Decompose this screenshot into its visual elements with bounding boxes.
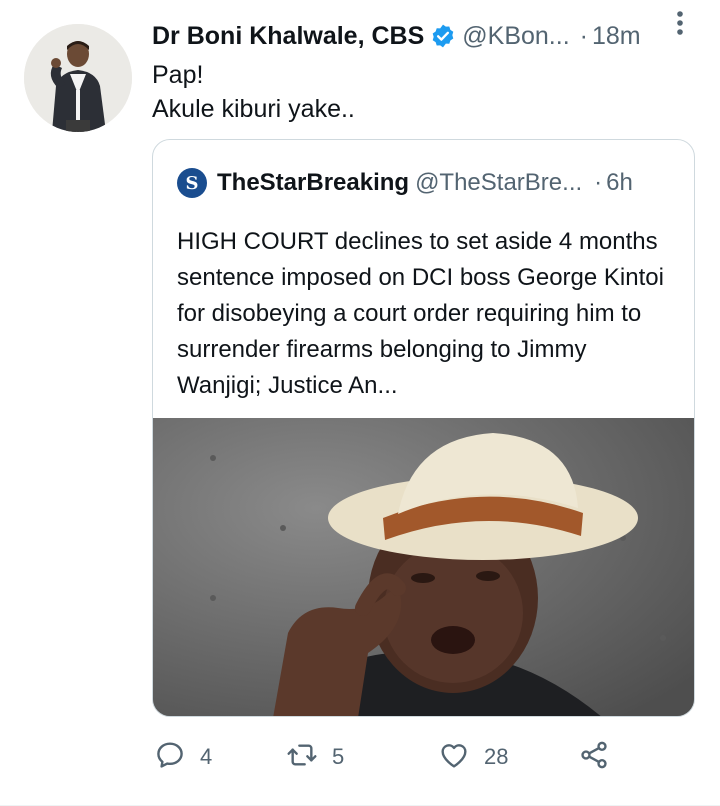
- retweet-icon: [286, 739, 318, 776]
- quoted-tweet-image[interactable]: [153, 418, 694, 716]
- tweet-time[interactable]: 18m: [592, 22, 641, 51]
- author-handle[interactable]: @KBon...: [462, 22, 569, 51]
- share-icon: [578, 739, 610, 776]
- separator-dot: ·: [579, 21, 588, 50]
- heart-icon: [438, 739, 470, 776]
- quoted-tweet-text: HIGH COURT declines to set aside 4 month…: [177, 228, 664, 399]
- reply-count: 4: [200, 744, 213, 769]
- author-avatar[interactable]: [24, 24, 132, 132]
- quoted-tweet-card[interactable]: S TheStarBreaking @TheStarBre... · 6h HI…: [152, 139, 695, 717]
- share-button[interactable]: [578, 732, 610, 782]
- tweet-actions: 4 5 28: [152, 732, 672, 782]
- tweet-header: Dr Boni Khalwale, CBS @KBon... · 18m: [152, 16, 702, 56]
- author-name[interactable]: Dr Boni Khalwale, CBS: [152, 22, 424, 51]
- retweet-count: 5: [332, 744, 345, 769]
- separator-dot: ·: [594, 169, 603, 196]
- quoted-author-handle[interactable]: @TheStarBre...: [415, 169, 582, 197]
- tweet-text-line: Pap!: [152, 61, 204, 89]
- tweet[interactable]: Dr Boni Khalwale, CBS @KBon... · 18m Pap…: [0, 0, 720, 806]
- tweet-text: Pap! Akule kiburi yake..: [152, 58, 355, 126]
- quoted-tweet-time[interactable]: 6h: [606, 169, 633, 197]
- reply-button[interactable]: 4: [154, 732, 212, 782]
- tweet-text-line: Akule kiburi yake..: [152, 95, 355, 123]
- retweet-button[interactable]: 5: [286, 732, 344, 782]
- verified-badge-icon: [430, 23, 456, 49]
- reply-icon: [154, 739, 186, 776]
- quoted-author-name[interactable]: TheStarBreaking: [217, 169, 409, 197]
- quoted-tweet-header: S TheStarBreaking @TheStarBre... · 6h: [177, 166, 677, 200]
- more-vertical-icon[interactable]: [676, 10, 684, 36]
- logo-letter: S: [185, 172, 199, 194]
- like-count: 28: [484, 744, 509, 769]
- like-button[interactable]: 28: [438, 732, 508, 782]
- quoted-author-avatar[interactable]: S: [177, 168, 207, 198]
